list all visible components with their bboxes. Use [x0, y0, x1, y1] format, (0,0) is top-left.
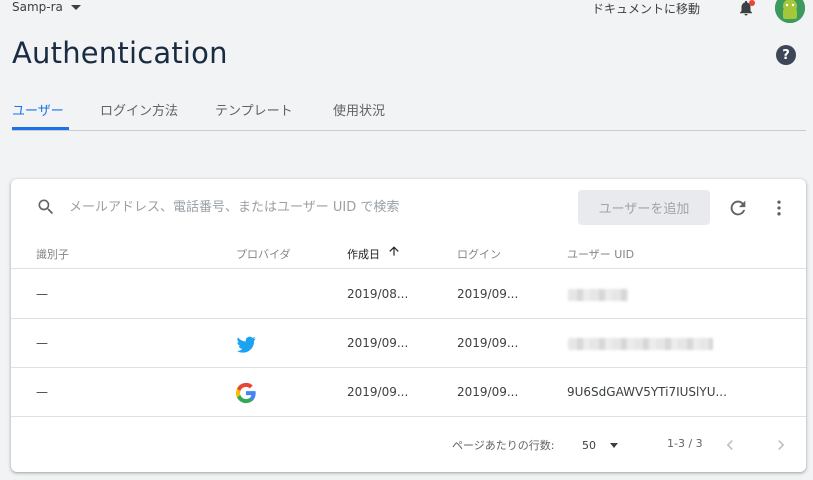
tab-usage[interactable]: 使用状況 [333, 100, 385, 119]
column-header-signed-in[interactable]: ログイン [457, 246, 501, 262]
chevron-down-icon [70, 4, 81, 10]
tab-sign-in-method[interactable]: ログイン方法 [100, 100, 178, 119]
google-icon [235, 382, 256, 404]
refresh-icon[interactable] [727, 197, 749, 219]
identifier-cell: — [36, 287, 48, 301]
signed-in-cell: 2019/09... [457, 336, 519, 350]
active-tab-indicator [12, 127, 69, 130]
arrow-up-icon [389, 246, 399, 256]
tab-users[interactable]: ユーザー [12, 100, 64, 119]
tab-bar: ユーザー ログイン方法 テンプレート 使用状況 [12, 97, 806, 131]
created-cell: 2019/09... [347, 385, 409, 399]
search-input[interactable] [69, 196, 509, 218]
add-user-button[interactable]: ユーザーを追加 [578, 190, 710, 225]
column-header-identifier[interactable]: 識別子 [36, 246, 69, 262]
redacted-uid [568, 338, 713, 350]
page-title: Authentication [12, 36, 228, 70]
signed-in-cell: 2019/09... [457, 385, 519, 399]
column-header-uid[interactable]: ユーザー UID [567, 246, 634, 262]
created-cell: 2019/08... [347, 287, 409, 301]
pagination: ページあたりの行数: 50 1-3 / 3 [11, 423, 806, 471]
help-icon[interactable]: ? [776, 45, 796, 65]
rows-per-page-label: ページあたりの行数: [452, 439, 555, 452]
identifier-cell: — [36, 336, 48, 350]
column-header-created[interactable]: 作成日 [347, 246, 380, 262]
twitter-icon [236, 336, 256, 353]
page-range: 1-3 / 3 [667, 437, 703, 450]
more-vert-icon[interactable] [769, 197, 789, 219]
tab-templates[interactable]: テンプレート [215, 100, 293, 119]
table-row[interactable]: — 2019/09... 2019/09... [11, 319, 806, 368]
notification-badge [749, 0, 755, 6]
signed-in-cell: 2019/09... [457, 287, 519, 301]
redacted-uid [568, 289, 628, 301]
top-bar: Samp-ra ドキュメントに移動 [0, 0, 813, 23]
avatar-image [775, 0, 805, 23]
search-icon [38, 199, 54, 215]
chevron-down-icon [610, 442, 618, 448]
rows-per-page-value: 50 [582, 438, 596, 452]
table-row[interactable]: — 2019/09... 2019/09... 9U6SdGAWV5YTi7IU… [11, 368, 806, 417]
project-name: Samp-ra [12, 0, 63, 14]
docs-link[interactable]: ドキュメントに移動 [592, 0, 700, 17]
identifier-cell: — [36, 385, 48, 399]
column-header-provider[interactable]: プロバイダ [236, 246, 291, 262]
chevron-right-icon[interactable] [771, 433, 791, 457]
uid-cell[interactable]: 9U6SdGAWV5YTi7IUSlYU... [567, 385, 727, 399]
users-card: ユーザーを追加 識別子 プロバイダ 作成日 ログイン ユーザー UID — 20… [11, 179, 806, 472]
table-row[interactable]: — 2019/08... 2019/09... [11, 270, 806, 319]
project-selector[interactable]: Samp-ra [12, 0, 81, 14]
rows-per-page-select[interactable]: 50 [582, 436, 622, 454]
created-cell: 2019/09... [347, 336, 409, 350]
chevron-left-icon[interactable] [720, 433, 740, 457]
table-header: 識別子 プロバイダ 作成日 ログイン ユーザー UID [11, 237, 806, 269]
avatar[interactable] [775, 0, 805, 23]
